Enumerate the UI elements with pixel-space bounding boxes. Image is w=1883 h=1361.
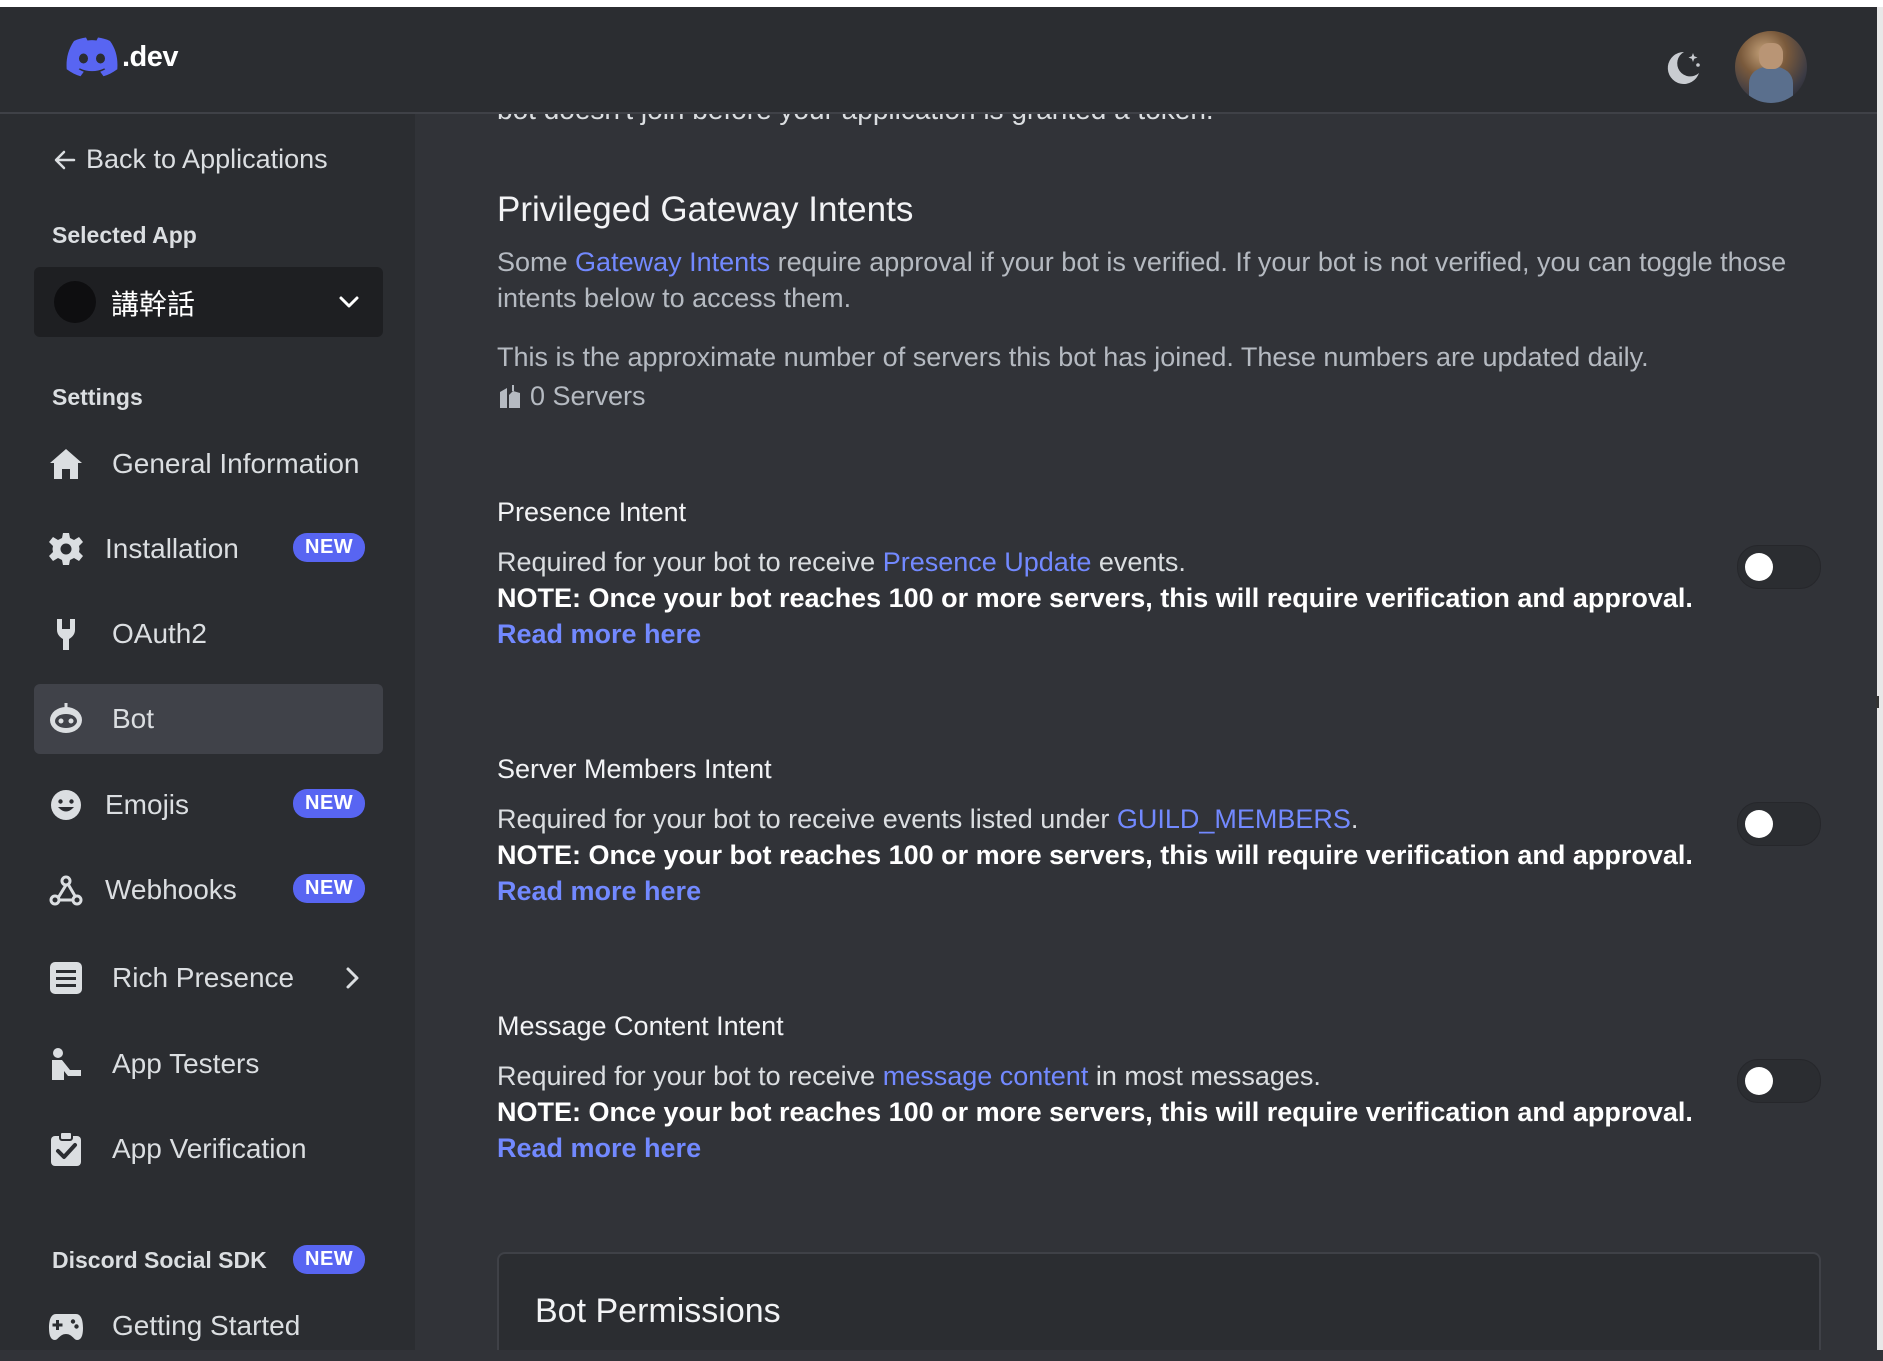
settings-label: Settings	[52, 384, 143, 410]
presence-read-more-link[interactable]: Read more here	[497, 619, 701, 650]
sidebar-item-webhooks[interactable]: Webhooks NEW	[34, 855, 383, 925]
sidebar-item-label: Emojis	[105, 789, 190, 820]
back-label: Back to Applications	[86, 144, 328, 174]
gear-icon	[49, 533, 83, 565]
new-badge: NEW	[293, 533, 366, 562]
discord-social-sdk-label: Discord Social SDK	[52, 1247, 267, 1273]
selected-app-label: Selected App	[52, 222, 197, 248]
top-header: .dev	[0, 7, 1877, 114]
sidebar-item-rich-presence[interactable]: Rich Presence	[34, 943, 383, 1013]
selected-app-name: 講幹話	[111, 288, 196, 321]
sidebar-item-app-testers[interactable]: App Testers	[34, 1029, 383, 1099]
desc-text: events.	[1091, 547, 1186, 577]
message-content-intent-note: NOTE: Once your bot reaches 100 or more …	[497, 1097, 1693, 1127]
presence-intent-note: NOTE: Once your bot reaches 100 or more …	[497, 583, 1693, 613]
toggle-knob	[1745, 810, 1773, 838]
server-members-intent-note: NOTE: Once your bot reaches 100 or more …	[497, 840, 1693, 870]
sidebar-item-label: Webhooks	[105, 874, 237, 905]
smiley-icon	[51, 790, 81, 820]
avatar-figure-head	[1759, 43, 1783, 69]
desc-text: .	[1350, 804, 1359, 834]
sidebar-item-app-verification[interactable]: App Verification	[34, 1114, 383, 1184]
presence-intent-title: Presence Intent	[497, 497, 687, 527]
message-content-intent-description: Required for your bot to receive message…	[497, 1061, 1321, 1092]
sidebar-item-bot[interactable]: Bot	[34, 684, 383, 754]
presence-intent-description: Required for your bot to receive Presenc…	[497, 547, 1186, 578]
server-members-intent-title: Server Members Intent	[497, 754, 772, 784]
sidebar-item-label: Rich Presence	[112, 962, 295, 993]
tester-icon	[52, 1048, 81, 1080]
new-badge: NEW	[293, 874, 366, 903]
sidebar-item-label: Bot	[112, 703, 155, 734]
intro-text-before: Some	[497, 247, 576, 277]
sidebar-item-label: OAuth2	[112, 618, 207, 649]
message-content-intent-title: Message Content Intent	[497, 1011, 784, 1041]
back-to-applications-link[interactable]: Back to Applications	[52, 144, 328, 175]
guild-members-link[interactable]: GUILD_MEMBERS	[1117, 804, 1351, 834]
new-badge: NEW	[293, 789, 366, 818]
desc-text: Required for your bot to receive	[497, 1061, 883, 1091]
approx-servers-text: This is the approximate number of server…	[497, 342, 1649, 372]
logo-dev-text: .dev	[122, 40, 179, 73]
chevron-down-icon	[339, 296, 359, 308]
cut-off-text: bot doesn't join before your application…	[497, 114, 1214, 126]
desc-text: Required for your bot to receive	[497, 547, 883, 577]
toggle-knob	[1745, 1067, 1773, 1095]
toggle-knob	[1745, 553, 1773, 581]
sidebar: Back to Applications Selected App 講幹話 Se…	[0, 114, 415, 1350]
server-members-intent-toggle[interactable]	[1737, 802, 1821, 846]
presence-update-link[interactable]: Presence Update	[883, 547, 1092, 577]
sidebar-item-label: App Verification	[112, 1133, 307, 1164]
message-content-read-more-link[interactable]: Read more here	[497, 1133, 701, 1164]
section-title: Privileged Gateway Intents	[497, 190, 914, 229]
sidebar-item-label: Installation	[105, 533, 239, 564]
window-top-strip	[0, 0, 1883, 7]
avatar-figure-body	[1749, 67, 1793, 103]
wrench-icon	[57, 619, 75, 650]
sidebar-item-installation[interactable]: Installation NEW	[34, 514, 383, 584]
main-content: bot doesn't join before your application…	[415, 114, 1877, 1350]
desc-text: in most messages.	[1088, 1061, 1321, 1091]
message-content-intent-toggle[interactable]	[1737, 1059, 1821, 1103]
sdk-new-badge: NEW	[293, 1245, 366, 1274]
window-right-edge	[1877, 7, 1883, 1350]
sidebar-item-label: App Testers	[112, 1048, 260, 1079]
chevron-right-icon	[346, 967, 359, 989]
servers-count-text: 0 Servers	[530, 381, 646, 411]
sidebar-item-general-information[interactable]: General Information	[34, 429, 383, 499]
app-avatar	[54, 281, 96, 323]
discord-logo-icon	[66, 37, 118, 77]
robot-icon	[50, 703, 82, 733]
sidebar-item-label: General Information	[112, 448, 360, 479]
bot-permissions-card: Bot Permissions	[497, 1252, 1821, 1350]
scrollbar-marker[interactable]	[1876, 696, 1879, 708]
message-content-link[interactable]: message content	[883, 1061, 1089, 1091]
sidebar-item-emojis[interactable]: Emojis NEW	[34, 770, 383, 840]
servers-icon	[500, 384, 520, 408]
server-members-intent-description: Required for your bot to receive events …	[497, 804, 1358, 835]
user-avatar[interactable]	[1735, 31, 1807, 103]
presence-intent-toggle[interactable]	[1737, 545, 1821, 589]
bot-permissions-title: Bot Permissions	[535, 1292, 781, 1330]
gamepad-icon	[49, 1314, 83, 1340]
list-icon	[50, 962, 82, 994]
sidebar-item-oauth2[interactable]: OAuth2	[34, 599, 383, 669]
desc-text: Required for your bot to receive events …	[497, 804, 1117, 834]
sidebar-item-getting-started[interactable]: Getting Started	[34, 1291, 383, 1361]
server-members-read-more-link[interactable]: Read more here	[497, 876, 701, 907]
arrow-left-icon	[54, 150, 76, 169]
app-selector-dropdown[interactable]: 講幹話	[34, 267, 383, 337]
sidebar-item-label: Getting Started	[112, 1310, 301, 1341]
webhook-icon	[49, 875, 83, 906]
intro-paragraph: Some Gateway Intents require approval if…	[497, 244, 1837, 316]
discord-dev-logo[interactable]: .dev	[66, 37, 179, 77]
moon-stars-icon[interactable]	[1662, 47, 1704, 89]
gateway-intents-link[interactable]: Gateway Intents	[575, 247, 770, 277]
clipboard-check-icon	[51, 1131, 81, 1166]
server-count: 0 Servers	[497, 381, 646, 412]
home-icon	[50, 449, 82, 479]
